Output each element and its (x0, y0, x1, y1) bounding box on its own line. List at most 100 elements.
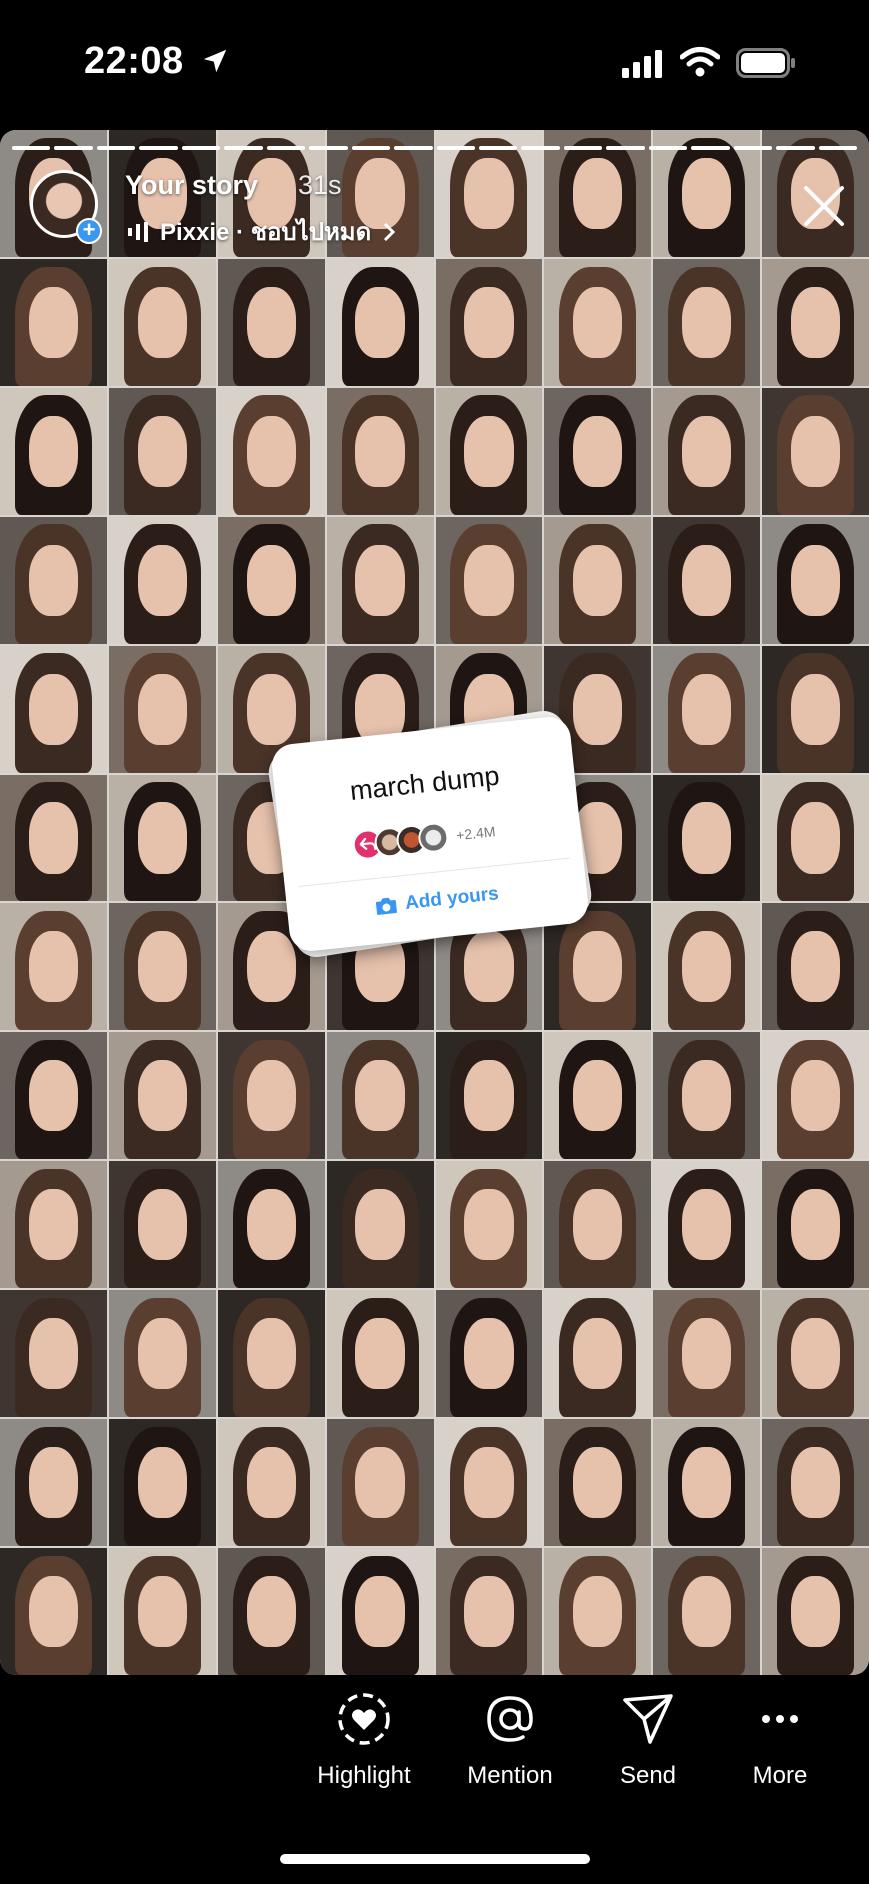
close-icon[interactable] (800, 182, 848, 230)
progress-segment (606, 146, 645, 150)
collage-photo (0, 387, 107, 515)
collage-photo (544, 1161, 652, 1289)
camera-icon (375, 897, 397, 915)
collage-photo (653, 645, 761, 773)
audio-bars-icon (128, 221, 148, 242)
collage-photo (653, 1161, 761, 1289)
progress-segment (394, 146, 433, 150)
collage-photo (653, 1290, 761, 1418)
collage-photo (435, 1290, 543, 1418)
collage-photo (217, 1032, 325, 1160)
collage-photo (544, 516, 652, 644)
collage-photo (108, 1161, 216, 1289)
story-owner-name[interactable]: Your story (125, 170, 258, 201)
collage-photo (653, 903, 761, 1031)
collage-photo (326, 516, 434, 644)
music-attribution[interactable]: Pixxie · ชอบไปหมด (128, 212, 396, 251)
progress-segment (818, 146, 858, 150)
collage-photo (108, 645, 216, 773)
collage-photo (544, 1290, 652, 1418)
collage-photo (762, 1548, 869, 1675)
wifi-icon (680, 47, 720, 77)
status-bar: 22:08 (0, 0, 869, 130)
add-yours-sticker[interactable]: march dump +2.4M Add yours (269, 714, 591, 954)
collage-photo (217, 258, 325, 386)
collage-photo (544, 387, 652, 515)
story-elapsed-time: 31s (298, 170, 342, 200)
more-button[interactable]: More (710, 1690, 850, 1790)
collage-photo (762, 258, 869, 386)
more-dots-icon (762, 1715, 798, 1723)
sticker-participant-avatars (351, 820, 450, 862)
collage-photo (0, 1032, 107, 1160)
collage-photo (0, 258, 107, 386)
collage-photo (435, 1032, 543, 1160)
collage-photo (326, 1161, 434, 1289)
add-story-plus-icon[interactable]: + (76, 218, 102, 244)
collage-photo (762, 903, 869, 1031)
progress-segment (309, 146, 348, 150)
collage-photo (108, 774, 216, 902)
collage-photo (435, 1548, 543, 1675)
collage-photo (108, 1548, 216, 1675)
progress-segment (54, 146, 93, 150)
progress-segment (563, 146, 603, 150)
collage-photo (0, 645, 107, 773)
collage-photo (108, 903, 216, 1031)
collage-photo (326, 387, 434, 515)
action-label: Highlight (317, 1762, 411, 1789)
collage-photo (0, 1161, 107, 1289)
send-button[interactable]: Send (578, 1690, 718, 1790)
paper-plane-icon (623, 1694, 673, 1744)
collage-photo (544, 258, 652, 386)
music-track-label: Pixxie · ชอบไปหมด (160, 219, 372, 246)
collage-photo (108, 1032, 216, 1160)
add-yours-label: Add yours (404, 883, 500, 914)
collage-photo (653, 774, 761, 902)
progress-segment (733, 146, 773, 150)
collage-photo (217, 1161, 325, 1289)
clock-time: 22:08 (84, 40, 184, 82)
collage-photo (0, 516, 107, 644)
collage-photo (762, 1032, 869, 1160)
progress-segment (12, 146, 51, 150)
collage-photo (435, 1419, 543, 1547)
progress-segment (96, 146, 136, 150)
progress-segment (691, 146, 730, 150)
collage-photo (108, 516, 216, 644)
collage-photo (653, 387, 761, 515)
collage-photo (108, 1419, 216, 1547)
collage-photo (217, 387, 325, 515)
collage-photo (544, 1419, 652, 1547)
story-viewer[interactable]: + Your story 31s Pixxie · ชอบไปหมด march… (0, 130, 869, 1675)
collage-photo (653, 1548, 761, 1675)
highlight-heart-icon (338, 1693, 390, 1745)
progress-segment (478, 146, 518, 150)
progress-segment (648, 146, 688, 150)
collage-photo (544, 1548, 652, 1675)
collage-photo (653, 516, 761, 644)
collage-photo (0, 1290, 107, 1418)
collage-photo (217, 1419, 325, 1547)
chevron-right-icon (384, 222, 396, 241)
cellular-signal-icon (622, 50, 662, 78)
collage-photo (762, 516, 869, 644)
collage-photo (108, 387, 216, 515)
highlight-button[interactable]: Highlight (294, 1690, 434, 1790)
progress-segment (181, 146, 221, 150)
progress-segment (776, 146, 815, 150)
collage-photo (762, 645, 869, 773)
collage-photo (653, 1419, 761, 1547)
collage-photo (0, 1419, 107, 1547)
progress-segment (266, 146, 306, 150)
collage-photo (435, 387, 543, 515)
collage-photo (544, 1032, 652, 1160)
battery-icon (736, 48, 795, 78)
collage-photo (326, 1419, 434, 1547)
progress-segment (436, 146, 475, 150)
collage-photo (435, 258, 543, 386)
collage-photo (762, 1419, 869, 1547)
progress-segment (521, 146, 560, 150)
action-label: Send (619, 1762, 677, 1789)
mention-button[interactable]: Mention (440, 1690, 580, 1790)
